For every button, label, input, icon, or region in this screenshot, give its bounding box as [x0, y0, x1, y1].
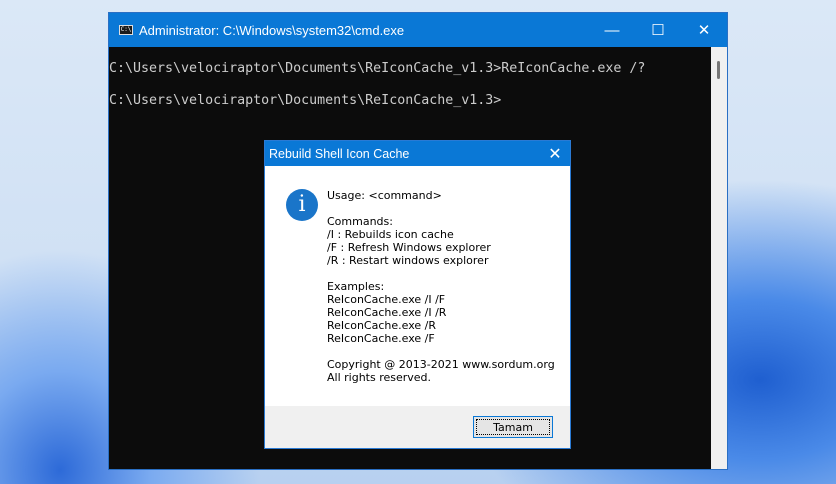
- command-item: /R : Restart windows explorer: [327, 254, 489, 267]
- example-item: ReIconCache.exe /I /F: [327, 293, 446, 306]
- cmd-title: Administrator: C:\Windows\system32\cmd.e…: [139, 22, 405, 38]
- commands-header: Commands:: [327, 215, 393, 228]
- terminal-prompt: C:\Users\velociraptor\Documents\ReIconCa…: [109, 93, 502, 108]
- scrollbar[interactable]: [711, 47, 727, 469]
- dialog-title-bar[interactable]: Rebuild Shell Icon Cache ✕: [265, 141, 570, 166]
- command-item: /I : Rebuilds icon cache: [327, 228, 454, 241]
- example-item: ReIconCache.exe /F: [327, 332, 435, 345]
- rights-text: All rights reserved.: [327, 371, 432, 384]
- ok-button[interactable]: Tamam: [473, 416, 553, 438]
- examples-header: Examples:: [327, 280, 385, 293]
- message-dialog: Rebuild Shell Icon Cache ✕ i Usage: <com…: [264, 140, 571, 449]
- info-icon: i: [286, 189, 318, 221]
- dialog-message: Usage: <command> Commands: /I : Rebuilds…: [327, 189, 555, 384]
- example-item: ReIconCache.exe /R: [327, 319, 436, 332]
- maximize-button[interactable]: ☐: [635, 13, 681, 47]
- command-item: /F : Refresh Windows explorer: [327, 241, 491, 254]
- minimize-button[interactable]: —: [589, 13, 635, 47]
- scrollbar-thumb[interactable]: [717, 61, 720, 79]
- dialog-footer: Tamam: [265, 406, 570, 448]
- cmd-app-icon: C:\: [119, 25, 133, 35]
- dialog-close-button[interactable]: ✕: [540, 144, 570, 164]
- close-button[interactable]: ✕: [681, 13, 727, 47]
- terminal-line: C:\Users\velociraptor\Documents\ReIconCa…: [109, 61, 646, 76]
- copyright-text: Copyright @ 2013-2021 www.sordum.org: [327, 358, 555, 371]
- cmd-title-bar[interactable]: C:\ Administrator: C:\Windows\system32\c…: [109, 13, 727, 47]
- dialog-title: Rebuild Shell Icon Cache: [269, 146, 410, 161]
- usage-text: Usage: <command>: [327, 189, 442, 202]
- example-item: ReIconCache.exe /I /R: [327, 306, 447, 319]
